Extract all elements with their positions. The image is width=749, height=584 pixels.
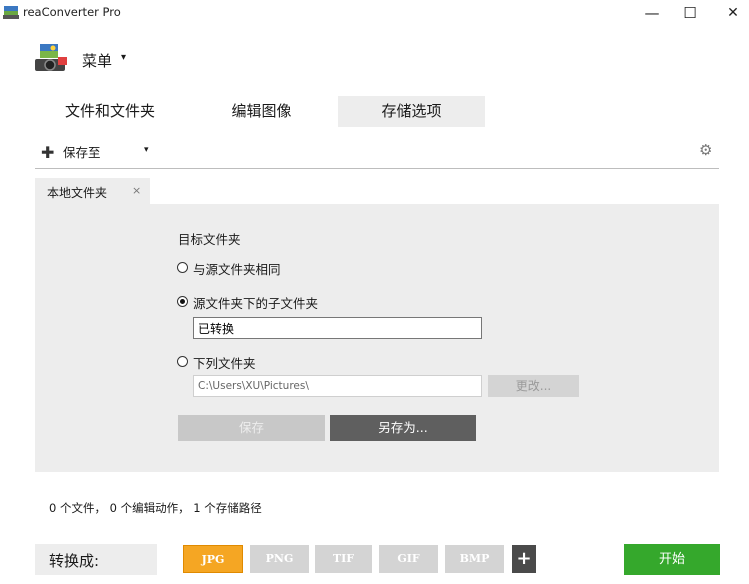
- chevron-down-icon[interactable]: ▾: [144, 145, 149, 155]
- tab-local-folder-label[interactable]: 本地文件夹: [47, 184, 107, 201]
- convert-to-label: 转换成:: [49, 552, 100, 570]
- radio-same-as-source[interactable]: [177, 262, 188, 273]
- window-title: reaConverter Pro: [23, 5, 121, 19]
- add-format-button[interactable]: +: [512, 545, 536, 573]
- format-bmp-button[interactable]: BMP: [445, 545, 504, 573]
- maximize-button[interactable]: ☐: [670, 0, 710, 26]
- radio-following-folder[interactable]: [177, 356, 188, 367]
- close-icon[interactable]: ×: [132, 184, 141, 197]
- format-gif-button[interactable]: GIF: [379, 545, 438, 573]
- radio-subfolder-label[interactable]: 源文件夹下的子文件夹: [193, 293, 318, 312]
- radio-following-folder-label[interactable]: 下列文件夹: [193, 353, 256, 372]
- add-destination-icon[interactable]: ✚: [41, 143, 54, 162]
- format-png-button[interactable]: PNG: [250, 545, 309, 573]
- folder-path-input[interactable]: [193, 375, 482, 397]
- app-logo-icon: [3, 6, 19, 19]
- radio-subfolder[interactable]: [177, 296, 188, 307]
- menu-app-icon[interactable]: [33, 42, 69, 74]
- format-tif-button[interactable]: TIF: [315, 545, 372, 573]
- save-button[interactable]: 保存: [178, 415, 325, 441]
- gear-icon[interactable]: ⚙: [699, 141, 712, 159]
- status-summary: 0 个文件， 0 个编辑动作， 1 个存储路径: [49, 501, 262, 515]
- tab-edit-images[interactable]: 编辑图像: [185, 96, 338, 127]
- toolbar-divider: [35, 168, 719, 169]
- save-as-button[interactable]: 另存为...: [330, 415, 476, 441]
- radio-same-as-source-label[interactable]: 与源文件夹相同: [193, 259, 281, 278]
- subfolder-name-input[interactable]: [193, 317, 482, 339]
- minimize-button[interactable]: —: [632, 0, 672, 26]
- change-folder-button[interactable]: 更改...: [488, 375, 579, 397]
- start-button[interactable]: 开始: [624, 544, 720, 575]
- tab-files-and-folders[interactable]: 文件和文件夹: [35, 96, 185, 127]
- chevron-down-icon[interactable]: ▾: [121, 52, 126, 63]
- save-to-button[interactable]: 保存至: [63, 142, 101, 161]
- format-jpg-button[interactable]: JPG: [183, 545, 243, 573]
- menu-button-label[interactable]: 菜单: [82, 50, 112, 71]
- close-window-button[interactable]: ✕: [713, 0, 749, 26]
- destination-folder-heading: 目标文件夹: [178, 232, 241, 247]
- tab-save-options[interactable]: 存储选项: [338, 96, 485, 127]
